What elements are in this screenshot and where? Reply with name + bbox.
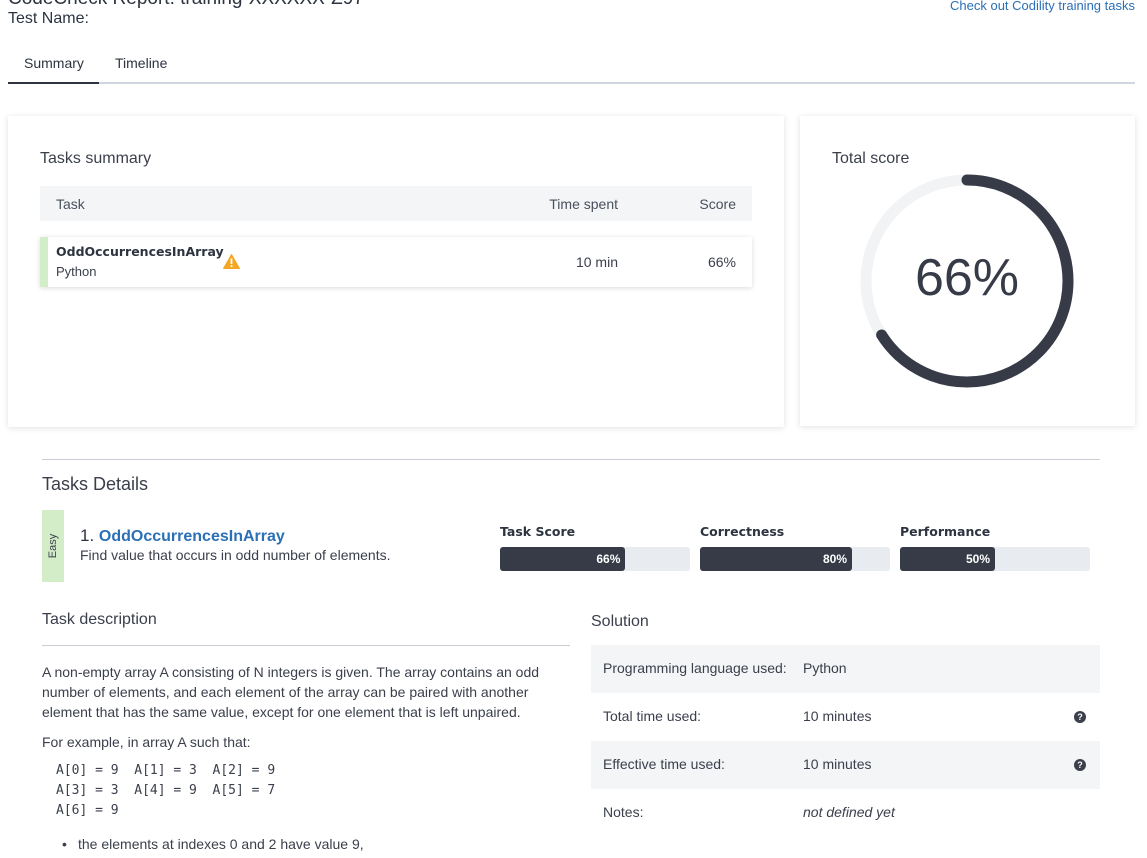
tasks-details-title: Tasks Details (42, 474, 149, 494)
progress-bar: 80% (700, 547, 890, 571)
help-icon[interactable]: ? (1074, 711, 1086, 723)
metric-label: Correctness (700, 524, 785, 539)
tasks-summary-title: Tasks summary (40, 150, 152, 167)
description-paragraph: A non-empty array A consisting of N inte… (42, 664, 540, 720)
page-title: CodeCheck Report: training-XXXXXX-Z97 (8, 0, 364, 10)
section-divider (42, 459, 1100, 460)
solution-value: 10 minutes (803, 756, 872, 772)
active-tab-indicator (8, 82, 99, 84)
total-score-title: Total score (832, 150, 910, 167)
solution-key: Programming language used: (603, 660, 787, 676)
task-score: 66% (707, 254, 736, 270)
metric-label: Performance (900, 524, 991, 539)
solution-row-total-time: Total time used: 10 minutes ? (591, 693, 1100, 741)
code-example: A[0] = 9 A[1] = 3 A[2] = 9 A[3] = 3 A[4] … (56, 761, 275, 821)
task-summary-text: Find value that occurs in odd number of … (80, 547, 391, 563)
metric-value: 50% (965, 552, 990, 566)
solution-key: Notes: (603, 804, 644, 820)
column-header-time-spent: Time spent (549, 196, 618, 212)
tasks-summary-card: Tasks summary Task Time spent Score OddO… (8, 116, 784, 427)
difficulty-badge: Easy (42, 510, 64, 582)
metric-label: Task Score (500, 524, 576, 539)
metric-value: 80% (822, 552, 847, 566)
column-header-score: Score (699, 196, 736, 212)
test-name-label: Test Name: (8, 10, 89, 27)
difficulty-label: Easy (47, 533, 59, 559)
description-bullet: the elements at indexes 0 and 2 have val… (62, 836, 364, 852)
solution-value: not defined yet (803, 804, 895, 820)
task-heading: 1. OddOccurrencesInArray (80, 526, 285, 546)
table-row[interactable]: OddOccurrencesInArray Python 10 min 66% (40, 237, 752, 287)
solution-key: Total time used: (603, 708, 702, 724)
task-description-title: Task description (42, 611, 157, 628)
progress-bar: 50% (900, 547, 1090, 571)
metric-performance: Performance 50% (900, 524, 1090, 571)
solution-key: Effective time used: (603, 756, 725, 772)
tab-timeline[interactable]: Timeline (115, 55, 167, 71)
task-name[interactable]: OddOccurrencesInArray (56, 244, 224, 259)
progress-fill: 80% (700, 547, 852, 571)
code-line: A[3] = 3 A[4] = 9 A[5] = 7 (56, 783, 276, 798)
code-line: A[6] = 9 (56, 803, 119, 818)
warning-icon (223, 254, 240, 269)
total-score-value: 66% (914, 249, 1020, 307)
progress-fill: 50% (900, 547, 995, 571)
solution-title: Solution (591, 613, 649, 630)
task-language: Python (56, 264, 97, 279)
solution-row-notes: Notes: not defined yet (591, 789, 1100, 837)
task-number: 1. (80, 526, 95, 545)
metric-value: 66% (596, 552, 621, 566)
summary-table-header: Task Time spent Score (40, 186, 752, 221)
progress-fill: 66% (500, 547, 626, 571)
column-header-task: Task (56, 196, 85, 212)
task-name-link[interactable]: OddOccurrencesInArray (99, 528, 285, 545)
description-paragraph: For example, in array A such that: (42, 734, 251, 750)
metric-correctness: Correctness 80% (700, 524, 890, 571)
progress-bar: 66% (500, 547, 690, 571)
total-score-card: Total score 66% (800, 116, 1135, 426)
tab-bar: Summary Timeline (8, 46, 1135, 84)
solution-row-effective-time: Effective time used: 10 minutes ? (591, 741, 1100, 789)
description-divider (42, 645, 570, 646)
solution-row-language: Programming language used: Python (591, 645, 1100, 693)
task-time-spent: 10 min (575, 254, 618, 270)
code-line: A[0] = 9 A[1] = 3 A[2] = 9 (56, 763, 276, 778)
metric-task-score: Task Score 66% (500, 524, 690, 571)
help-icon[interactable]: ? (1074, 759, 1086, 771)
solution-value: 10 minutes (803, 708, 872, 724)
tab-summary[interactable]: Summary (24, 55, 84, 71)
training-tasks-link[interactable]: Check out Codility training tasks (950, 0, 1135, 13)
solution-value: Python (803, 660, 847, 676)
